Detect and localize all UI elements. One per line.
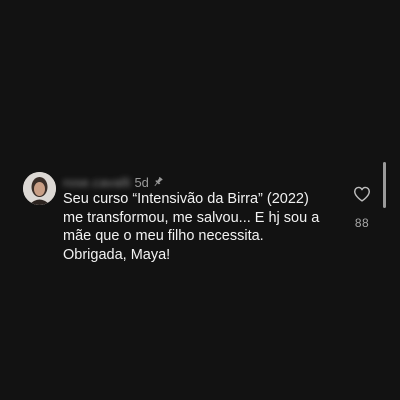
comment-text-line: mãe que o meu filho necessita.: [63, 228, 264, 244]
comment-text-line: me transformou, me salvou... E hj sou a: [63, 209, 320, 226]
comment-meta: rose.cavalli 5d: [63, 173, 164, 191]
comment-text-line: Obrigada, Maya!: [63, 246, 171, 263]
pin-icon: [152, 176, 164, 188]
heart-outline-icon[interactable]: [353, 186, 371, 207]
like-control: 88: [350, 186, 374, 230]
avatar-photo: [23, 172, 56, 205]
avatar[interactable]: [23, 172, 56, 205]
comment-text: Seu curso “Intensivão da Birra” (2022) m…: [63, 190, 363, 264]
scrollbar[interactable]: [383, 162, 386, 208]
like-count: 88: [354, 216, 370, 230]
comment-text-line: Seu curso “Intensivão da Birra” (2022): [63, 191, 309, 207]
comment-age: 5d: [134, 174, 149, 190]
username[interactable]: rose.cavalli: [63, 175, 130, 190]
